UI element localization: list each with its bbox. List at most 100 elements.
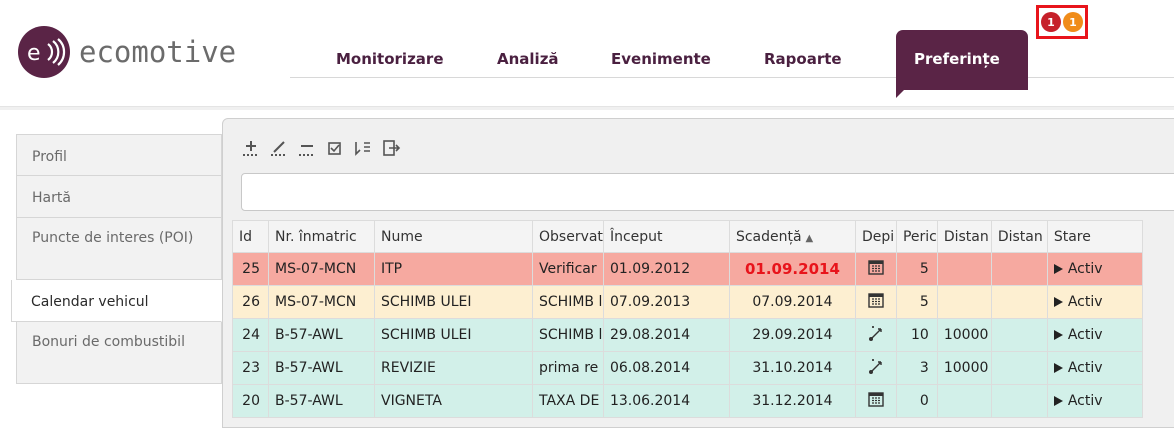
cell-due: 31.10.2014 — [728, 351, 856, 385]
status-toggle[interactable]: Activ — [1053, 326, 1103, 343]
route-icon — [868, 326, 882, 341]
cell-exceeded — [854, 285, 897, 319]
export-icon[interactable] — [380, 137, 402, 159]
header-divider — [290, 77, 1174, 78]
sort-ascending-icon: ▲ — [805, 232, 814, 244]
nav-preferinte[interactable]: Preferințe — [896, 30, 1028, 90]
delete-icon[interactable] — [296, 137, 318, 159]
cell-start: 29.08.2014 — [602, 318, 730, 352]
cell-start: 07.09.2013 — [602, 285, 730, 319]
status-toggle[interactable]: Activ — [1053, 293, 1103, 310]
column-header-period[interactable]: Peric — [895, 220, 938, 253]
cell-start: 13.06.2014 — [602, 384, 730, 418]
cell-observations: TAXA DE — [532, 384, 604, 418]
cell-due: 07.09.2014 — [728, 285, 856, 319]
grid-search-input[interactable] — [241, 173, 1174, 211]
notification-badge-alert[interactable]: 1 — [1041, 12, 1061, 32]
cell-status: Activ — [1046, 285, 1143, 319]
status-toggle[interactable]: Activ — [1053, 359, 1103, 376]
cell-due: 31.12.2014 — [728, 384, 856, 418]
sync-icon[interactable] — [352, 137, 374, 159]
column-header-exceeded[interactable]: Depi — [854, 220, 897, 253]
table-row[interactable]: 23 B-57-AWL REVIZIE prima re 06.08.2014 31.10… — [232, 351, 1143, 385]
column-header-observations[interactable]: Observat — [532, 220, 604, 253]
sidebar-item-harta[interactable]: Hartă — [16, 176, 222, 218]
cell-observations: SCHIMB l — [532, 318, 604, 352]
cell-distance-1 — [936, 384, 992, 418]
status-label: Activ — [1067, 392, 1103, 409]
cell-distance-2 — [990, 351, 1048, 385]
cell-period: 5 — [895, 252, 938, 286]
sidebar-item-profil[interactable]: Profil — [16, 134, 222, 176]
sidebar-item-poi[interactable]: Puncte de interes (POI) — [16, 218, 222, 280]
cell-plate: B-57-AWL — [268, 351, 375, 385]
cell-id: 20 — [232, 384, 269, 418]
route-icon — [868, 359, 882, 374]
column-header-distance-1[interactable]: Distan — [936, 220, 992, 253]
play-icon — [1053, 395, 1063, 406]
cell-status: Activ — [1046, 384, 1143, 418]
logo[interactable]: e ecomotive — [18, 26, 236, 78]
cell-period: 3 — [895, 351, 938, 385]
notifications[interactable]: 1 1 — [1036, 5, 1088, 39]
notification-badge-warning[interactable]: 1 — [1063, 12, 1083, 32]
cell-observations: Verificar — [532, 252, 604, 286]
cell-status: Activ — [1046, 252, 1143, 286]
status-label: Activ — [1067, 359, 1103, 376]
cell-distance-1: 10000 — [936, 351, 992, 385]
table-row[interactable]: 20 B-57-AWL VIGNETA TAXA DE 13.06.2014 31.12.… — [232, 384, 1143, 418]
cell-plate: B-57-AWL — [268, 318, 375, 352]
status-toggle[interactable]: Activ — [1053, 260, 1103, 277]
cell-period: 0 — [895, 384, 938, 418]
sidebar: Profil Hartă Puncte de interes (POI) Cal… — [11, 134, 222, 384]
brand-name: ecomotive — [79, 35, 237, 69]
cell-due: 29.09.2014 — [728, 318, 856, 352]
cell-name: SCHIMB ULEI — [374, 285, 533, 319]
cell-observations: prima re — [532, 351, 604, 385]
cell-period: 10 — [895, 318, 938, 352]
cell-id: 25 — [232, 252, 269, 286]
cell-status: Activ — [1046, 318, 1143, 352]
calendar-icon — [868, 392, 884, 407]
header-bottom-border — [0, 106, 1174, 110]
sidebar-item-calendar-vehicul[interactable]: Calendar vehicul — [11, 280, 222, 322]
column-header-due-label: Scadență — [735, 228, 802, 245]
cell-exceeded — [854, 252, 897, 286]
cell-distance-2 — [990, 252, 1048, 286]
status-label: Activ — [1067, 293, 1103, 310]
nav-active-pointer — [896, 88, 906, 98]
column-header-status[interactable]: Stare — [1046, 220, 1143, 253]
nav-monitorizare[interactable]: Monitorizare — [336, 50, 444, 68]
add-icon[interactable] — [240, 137, 262, 159]
svg-text:e: e — [27, 41, 41, 66]
column-header-start[interactable]: Început — [602, 220, 730, 253]
edit-icon[interactable] — [268, 137, 290, 159]
cell-id: 24 — [232, 318, 269, 352]
cell-start: 01.09.2012 — [602, 252, 730, 286]
column-header-distance-2[interactable]: Distan — [990, 220, 1048, 253]
calendar-icon — [868, 260, 884, 275]
cell-plate: MS-07-MCN — [268, 252, 375, 286]
status-label: Activ — [1067, 260, 1103, 277]
select-icon[interactable] — [324, 137, 346, 159]
table-row[interactable]: 26 MS-07-MCN SCHIMB ULEI SCHIMB l 07.09.2013… — [232, 285, 1143, 319]
column-header-plate[interactable]: Nr. înmatric — [268, 220, 375, 253]
table-header-row: Id Nr. înmatric Nume Observat Început Sc… — [232, 220, 1143, 253]
play-icon — [1053, 263, 1063, 274]
nav-rapoarte[interactable]: Rapoarte — [764, 50, 842, 68]
nav-preferinte-label: Preferințe — [914, 50, 1000, 68]
status-toggle[interactable]: Activ — [1053, 392, 1103, 409]
sidebar-item-bonuri[interactable]: Bonuri de combustibil — [16, 322, 222, 384]
cell-distance-1 — [936, 285, 992, 319]
cell-distance-2 — [990, 318, 1048, 352]
table-row[interactable]: 24 B-57-AWL SCHIMB ULEI SCHIMB l 29.08.2014 2… — [232, 318, 1143, 352]
vehicle-calendar-table: Id Nr. înmatric Nume Observat Început Sc… — [232, 220, 1143, 418]
calendar-icon — [868, 293, 884, 308]
nav-evenimente[interactable]: Evenimente — [611, 50, 711, 68]
column-header-name[interactable]: Nume — [374, 220, 533, 253]
column-header-id[interactable]: Id — [232, 220, 269, 253]
nav-analiza[interactable]: Analiză — [497, 50, 559, 68]
table-row[interactable]: 25 MS-07-MCN ITP Verificar 01.09.2012 01.09.2… — [232, 252, 1143, 286]
status-label: Activ — [1067, 326, 1103, 343]
column-header-due[interactable]: Scadență ▲ — [728, 220, 856, 253]
